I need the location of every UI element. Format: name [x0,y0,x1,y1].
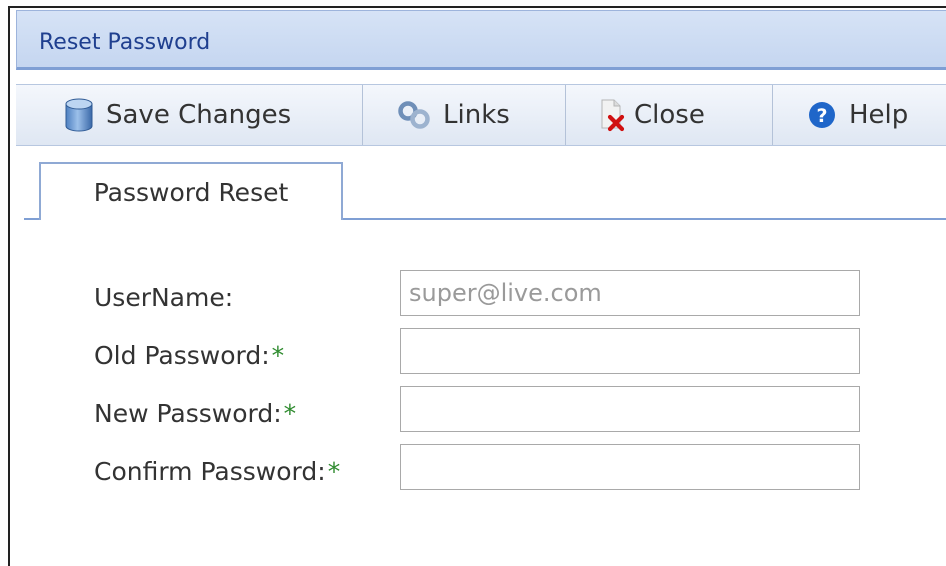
window-title: Reset Password [39,30,211,55]
confirm-password-label: Confirm Password:* [94,457,341,486]
save-changes-label: Save Changes [106,100,292,130]
username-field[interactable] [400,270,860,316]
help-button[interactable]: ? Help [773,85,946,145]
tab-password-reset[interactable]: Password Reset [39,162,343,220]
links-icon [398,101,430,129]
required-mark: * [283,399,297,428]
help-label: Help [849,100,909,130]
username-label: UserName: [94,283,234,312]
database-icon [65,98,93,132]
links-label: Links [443,100,510,130]
confirm-password-field[interactable] [400,444,860,490]
old-password-label: Old Password:* [94,341,285,370]
required-mark: * [271,341,285,370]
links-button[interactable]: Links [363,85,566,145]
close-document-icon [601,99,625,132]
svg-text:?: ? [816,105,827,127]
required-mark: * [327,457,341,486]
close-label: Close [634,100,705,130]
save-changes-button[interactable]: Save Changes [16,85,363,145]
help-icon: ? [809,102,835,128]
new-password-field[interactable] [400,386,860,432]
old-password-field[interactable] [400,328,860,374]
close-button[interactable]: Close [566,85,773,145]
toolbar: Save Changes Links Close ? Help [16,84,946,146]
window-titlebar: Reset Password [16,10,946,70]
new-password-label: New Password:* [94,399,297,428]
